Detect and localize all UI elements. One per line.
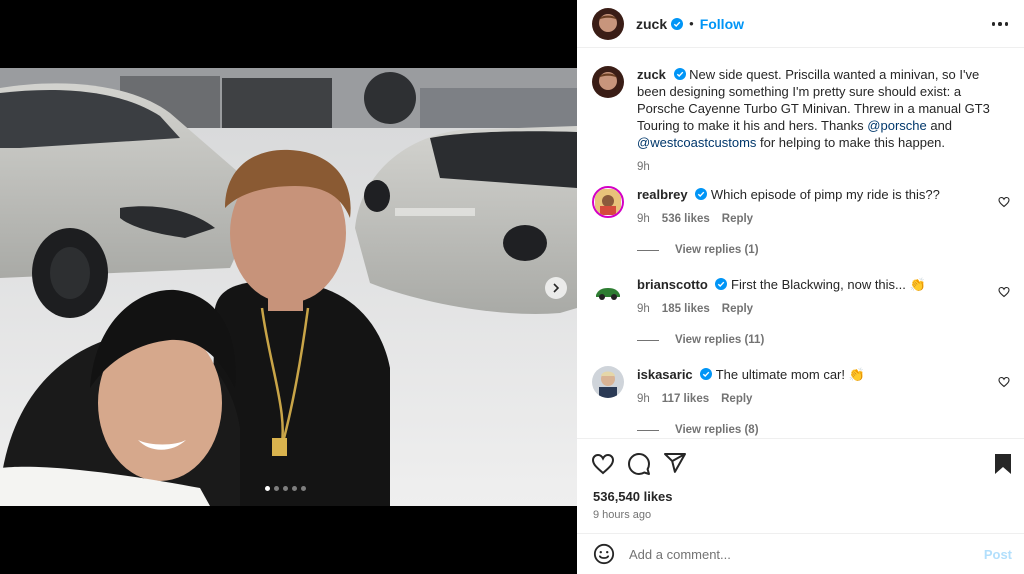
comment-likes[interactable]: 536 likes <box>662 213 710 225</box>
post-header: zuck • Follow <box>577 0 1024 48</box>
carousel-dot <box>283 486 288 491</box>
likes-count[interactable]: 536,540 likes <box>593 489 673 504</box>
verified-badge-icon <box>671 17 684 30</box>
heart-icon[interactable] <box>998 286 1010 298</box>
commenter-avatar[interactable] <box>592 276 624 308</box>
emoji-icon[interactable] <box>593 543 615 565</box>
author-username[interactable]: zuck <box>636 16 667 32</box>
clap-emoji: 👏 <box>848 367 865 382</box>
mention-link[interactable]: @porsche <box>867 118 926 133</box>
caption-conjunction: and <box>926 118 953 133</box>
view-replies-label: View replies (1) <box>675 244 759 256</box>
comment-body: First the Blackwing, now this... <box>731 277 906 292</box>
separator-dot: • <box>689 16 694 31</box>
heart-icon[interactable] <box>998 376 1010 388</box>
add-comment-bar: Post <box>577 533 1024 574</box>
chevron-right-icon <box>553 283 560 293</box>
comment-username[interactable]: realbrey <box>637 187 688 202</box>
mention-link[interactable]: @westcoastcustoms <box>637 135 756 150</box>
comment-text: realbrey Which episode of pimp my ride i… <box>637 186 1002 228</box>
comment-likes[interactable]: 117 likes <box>662 393 709 405</box>
caption-meta: 9h <box>637 159 1002 176</box>
carousel-dot <box>265 486 270 491</box>
post-media <box>0 0 577 574</box>
view-replies-label: View replies (11) <box>675 334 765 346</box>
post-details-panel: zuck • Follow zuck New side quest. Prisc… <box>577 0 1024 574</box>
bookmark-icon[interactable] <box>991 452 1015 476</box>
post-photo <box>0 68 577 506</box>
author-avatar[interactable] <box>592 7 624 40</box>
verified-badge-icon <box>700 368 713 380</box>
share-icon[interactable] <box>663 451 687 475</box>
reply-button[interactable]: Reply <box>722 213 753 225</box>
caption-username[interactable]: zuck <box>637 67 666 82</box>
heart-icon[interactable] <box>998 196 1010 208</box>
comment-meta: 9h 185 likes Reply <box>637 301 1002 318</box>
verified-badge-icon <box>715 278 728 290</box>
verified-badge-icon <box>695 188 708 200</box>
carousel-indicator <box>265 486 306 491</box>
verified-badge-icon <box>673 68 686 80</box>
next-slide-button[interactable] <box>545 277 567 299</box>
comment-input[interactable] <box>629 546 959 562</box>
author-avatar[interactable] <box>592 66 624 98</box>
heart-icon[interactable] <box>591 452 615 476</box>
reply-button[interactable]: Reply <box>722 303 753 315</box>
comment-time: 9h <box>637 213 650 225</box>
comment-meta: 9h 117 likes Reply <box>637 391 1002 408</box>
view-replies-button[interactable]: View replies (11) <box>637 334 764 346</box>
comment-text: iskasaric The ultimate mom car! 👏 9h 117 … <box>637 366 1002 408</box>
post-timestamp[interactable]: 9 hours ago <box>593 509 651 521</box>
comment-body: The ultimate mom car! <box>715 367 846 382</box>
view-replies-button[interactable]: View replies (1) <box>637 244 759 256</box>
carousel-dot <box>274 486 279 491</box>
commenter-avatar[interactable] <box>592 366 624 398</box>
more-options-icon[interactable] <box>990 14 1010 34</box>
comment-body: Which episode of pimp my ride is this?? <box>710 187 940 202</box>
caption-time: 9h <box>637 161 650 173</box>
comment-text: brianscotto First the Blackwing, now thi… <box>637 276 1002 318</box>
view-replies-button[interactable]: View replies (8) <box>637 424 759 436</box>
carousel-dot <box>292 486 297 491</box>
carousel-dot <box>301 486 306 491</box>
comment-meta: 9h 536 likes Reply <box>637 211 1002 228</box>
commenter-avatar[interactable] <box>592 186 624 218</box>
clap-emoji: 👏 <box>909 277 926 292</box>
comment-time: 9h <box>637 303 650 315</box>
action-bar: 536,540 likes 9 hours ago <box>577 438 1024 533</box>
view-replies-label: View replies (8) <box>675 424 759 436</box>
comment-icon[interactable] <box>627 452 651 476</box>
post-comment-button[interactable]: Post <box>984 547 1012 562</box>
comment-username[interactable]: iskasaric <box>637 367 693 382</box>
comment-username[interactable]: brianscotto <box>637 277 708 292</box>
follow-button[interactable]: Follow <box>700 16 744 32</box>
comment-time: 9h <box>637 393 650 405</box>
comments-scroll[interactable]: zuck New side quest. Priscilla wanted a … <box>577 49 1024 438</box>
caption-text: zuck New side quest. Priscilla wanted a … <box>637 66 1002 176</box>
comment-likes[interactable]: 185 likes <box>662 303 710 315</box>
reply-button[interactable]: Reply <box>721 393 752 405</box>
caption-ending: for helping to make this happen. <box>756 135 946 150</box>
